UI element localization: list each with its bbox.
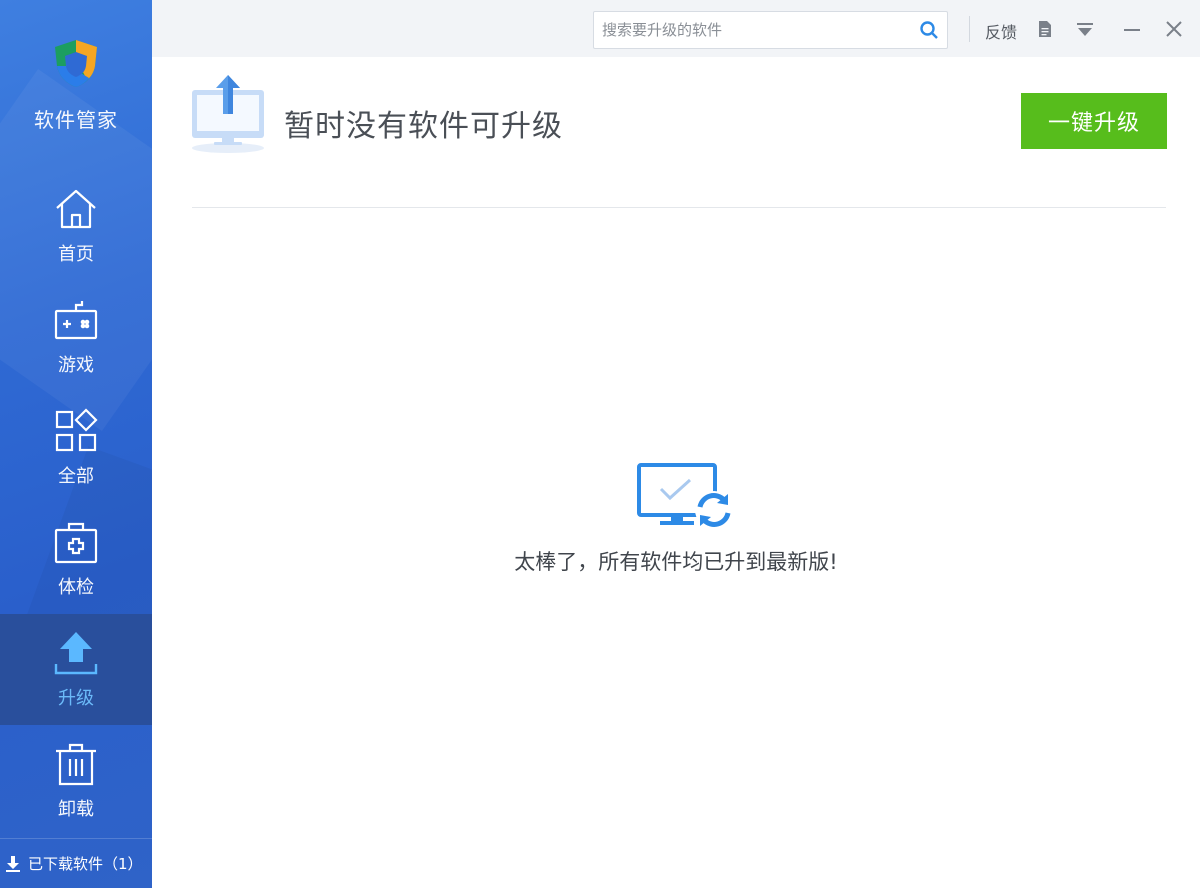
sidebar-item-home[interactable]: 首页 <box>0 170 152 281</box>
sidebar-item-label: 游戏 <box>58 354 94 376</box>
trash-icon <box>56 743 96 785</box>
dropdown-menu-icon[interactable] <box>1076 20 1094 38</box>
home-icon <box>56 189 96 228</box>
upload-arrow-icon <box>54 631 98 674</box>
app-logo-block: 软件管家 <box>0 36 152 133</box>
sidebar-item-label: 首页 <box>58 243 94 265</box>
gamepad-icon <box>54 300 98 339</box>
downloaded-software-link[interactable]: 已下载软件（1） <box>0 838 152 888</box>
title-bar: 反馈 <box>152 0 1200 57</box>
close-icon[interactable] <box>1165 20 1183 38</box>
section-divider <box>192 207 1166 208</box>
empty-state-message: 太棒了，所有软件均已升到最新版! <box>514 550 838 574</box>
downloads-label: 已下载软件（1） <box>28 855 143 873</box>
search-input[interactable] <box>594 12 914 48</box>
medical-kit-icon <box>54 522 98 563</box>
sidebar-item-checkup[interactable]: 体检 <box>0 503 152 614</box>
sidebar-item-label: 体检 <box>58 576 94 598</box>
apps-grid-icon <box>55 407 98 451</box>
monitor-upgrade-icon <box>192 75 264 153</box>
sidebar-item-label: 卸载 <box>58 798 94 820</box>
search-box <box>593 11 948 49</box>
sidebar-item-label: 全部 <box>58 465 94 487</box>
sidebar-item-upgrade[interactable]: 升级 <box>0 614 152 725</box>
search-icon[interactable] <box>919 20 939 40</box>
document-icon[interactable] <box>1036 20 1054 38</box>
page-title: 暂时没有软件可升级 <box>284 109 563 144</box>
sidebar-item-label: 升级 <box>58 687 94 709</box>
titlebar-divider <box>969 16 970 42</box>
sidebar: 软件管家 首页 游戏 全部 体检 升级 卸载 已下载软件（1） <box>0 0 152 888</box>
upgrade-all-button[interactable]: 一键升级 <box>1021 93 1167 149</box>
minimize-icon[interactable] <box>1123 20 1141 38</box>
sidebar-nav: 首页 游戏 全部 体检 升级 卸载 <box>0 170 152 836</box>
sidebar-item-all[interactable]: 全部 <box>0 392 152 503</box>
download-icon <box>6 855 20 872</box>
sidebar-item-games[interactable]: 游戏 <box>0 281 152 392</box>
feedback-link[interactable]: 反馈 <box>985 19 1017 43</box>
sidebar-item-uninstall[interactable]: 卸载 <box>0 725 152 836</box>
monitor-check-refresh-icon <box>637 463 733 529</box>
shield-logo-icon <box>55 40 97 87</box>
app-title: 软件管家 <box>34 108 118 132</box>
